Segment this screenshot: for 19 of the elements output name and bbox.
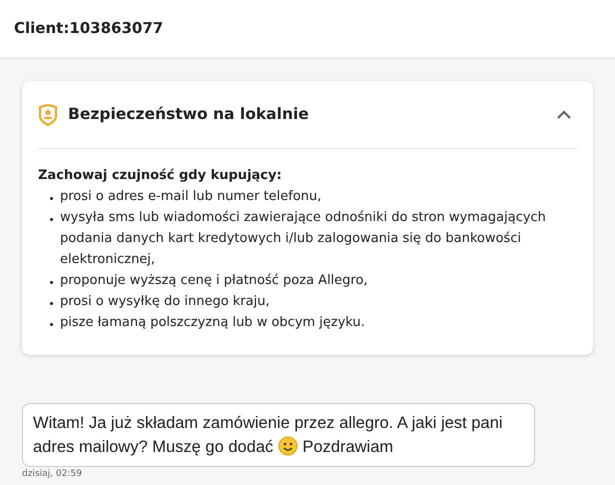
message-time: dzisiaj, 02:59 [22, 468, 82, 480]
message-text: Pozdrawiam [302, 438, 394, 456]
card-title: Bezpieczeństwo na lokalnie [68, 104, 310, 125]
list-item-text: prosi o wysyłkę do innego kraju, [60, 293, 270, 311]
list-item-text: pisze łamaną polszczyzną lub w obcym języku. [60, 314, 365, 332]
bullet-icon [50, 302, 53, 305]
shield-user-icon [38, 104, 58, 126]
list-item-text: proponuje wyższą cenę i płatność poza Allegro, [60, 272, 368, 290]
list-item-text: prosi o adres e-mail lub numer telefonu, [60, 188, 322, 206]
bullet-icon [50, 323, 53, 326]
client-title: Client:103863077 [14, 18, 164, 40]
chevron-icon[interactable] [557, 110, 571, 120]
bullet-icon [50, 197, 53, 200]
message-text: adres mailowy? Muszę go dodać [33, 438, 274, 456]
intro-text: Zachowaj czujność gdy kupujący: [38, 167, 283, 185]
bullet-icon [50, 281, 53, 284]
message-text: Witam! Ja już składam zamówienie przez allegro. A jaki jest pani [33, 414, 503, 432]
bullet-icon [50, 218, 53, 221]
smiley-icon [278, 436, 298, 456]
